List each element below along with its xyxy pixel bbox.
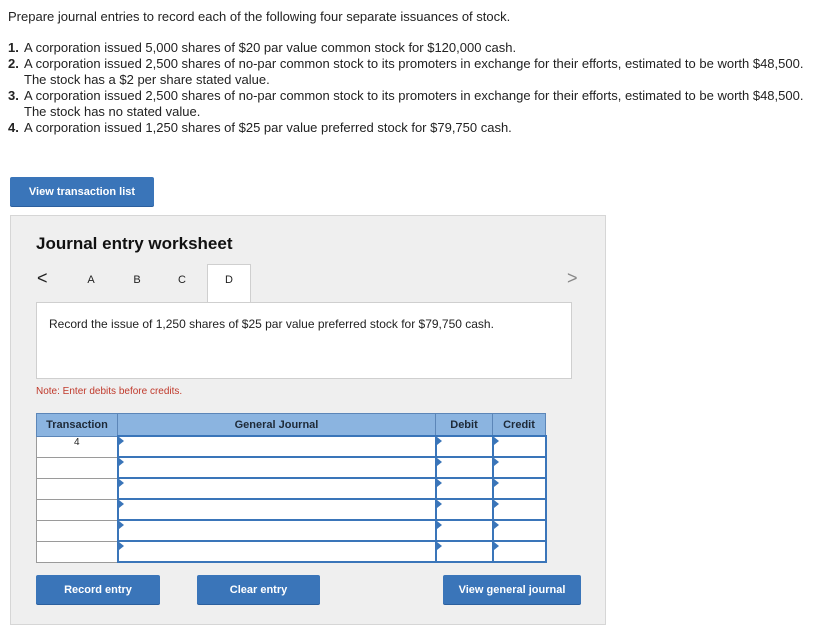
credit-input[interactable] <box>491 540 547 563</box>
transaction-number <box>36 540 118 563</box>
question-text: A corporation issued 5,000 shares of $20… <box>24 40 517 55</box>
table-row <box>36 519 547 542</box>
dropdown-marker-icon <box>118 458 124 466</box>
tab-b[interactable]: B <box>127 268 147 292</box>
tab-bar: < A B C D > <box>11 264 607 302</box>
question-number: 2. <box>8 56 19 71</box>
account-select[interactable] <box>116 477 437 500</box>
col-transaction: Transaction <box>36 413 118 437</box>
dropdown-marker-icon <box>118 500 124 508</box>
transaction-number <box>36 477 118 500</box>
table-row: 4 <box>36 435 547 458</box>
credit-input[interactable] <box>491 456 547 479</box>
input-marker-icon <box>436 458 442 466</box>
table-row <box>36 540 547 563</box>
account-select[interactable] <box>116 498 437 521</box>
input-marker-icon <box>436 437 442 445</box>
input-marker-icon <box>493 458 499 466</box>
input-marker-icon <box>436 500 442 508</box>
record-entry-button[interactable]: Record entry <box>36 575 160 604</box>
dropdown-marker-icon <box>118 542 124 550</box>
worksheet-title: Journal entry worksheet <box>36 234 233 253</box>
account-select[interactable] <box>116 456 437 479</box>
question-number: 1. <box>8 40 19 55</box>
debit-input[interactable] <box>434 498 494 521</box>
question-item: 3. A corporation issued 2,500 shares of n… <box>8 88 826 120</box>
question-item: 1. A corporation issued 5,000 shares of $… <box>8 40 826 56</box>
input-marker-icon <box>493 521 499 529</box>
view-general-journal-button[interactable]: View general journal <box>443 575 581 604</box>
view-transaction-list-button[interactable]: View transaction list <box>10 177 154 206</box>
dropdown-marker-icon <box>118 479 124 487</box>
transaction-number <box>36 519 118 542</box>
tab-d[interactable]: D <box>207 264 251 302</box>
table-row <box>36 498 547 521</box>
credit-input[interactable] <box>491 519 547 542</box>
debit-input[interactable] <box>434 540 494 563</box>
transaction-description: Record the issue of 1,250 shares of $25 … <box>36 302 572 379</box>
credit-input[interactable] <box>491 477 547 500</box>
account-select[interactable] <box>116 540 437 563</box>
dropdown-marker-icon <box>118 437 124 445</box>
col-debit: Debit <box>435 413 493 437</box>
table-row <box>36 477 547 500</box>
instructions: Prepare journal entries to record each o… <box>8 9 511 24</box>
clear-entry-button[interactable]: Clear entry <box>197 575 320 604</box>
input-marker-icon <box>436 542 442 550</box>
previous-arrow-icon[interactable]: < <box>37 268 48 289</box>
input-marker-icon <box>493 479 499 487</box>
question-item: 4. A corporation issued 1,250 shares of $… <box>8 120 826 136</box>
credit-input[interactable] <box>491 435 547 458</box>
question-number: 4. <box>8 120 19 135</box>
debit-input[interactable] <box>434 435 494 458</box>
question-text: A corporation issued 2,500 shares of no-… <box>24 56 804 87</box>
tab-c[interactable]: C <box>172 268 192 292</box>
question-item: 2. A corporation issued 2,500 shares of n… <box>8 56 826 88</box>
journal-table: Transaction General Journal Debit Credit… <box>36 413 547 563</box>
credit-input[interactable] <box>491 498 547 521</box>
question-number: 3. <box>8 88 19 103</box>
col-credit: Credit <box>492 413 546 437</box>
question-text: A corporation issued 1,250 shares of $25… <box>24 120 512 135</box>
journal-entry-worksheet: Journal entry worksheet < A B C D > Reco… <box>10 215 606 625</box>
transaction-number <box>36 456 118 479</box>
account-select[interactable] <box>116 519 437 542</box>
entry-note: Note: Enter debits before credits. <box>36 386 183 397</box>
transaction-number <box>36 498 118 521</box>
debit-input[interactable] <box>434 456 494 479</box>
debit-input[interactable] <box>434 477 494 500</box>
col-general-journal: General Journal <box>117 413 436 437</box>
next-arrow-icon[interactable]: > <box>567 268 578 289</box>
dropdown-marker-icon <box>118 521 124 529</box>
input-marker-icon <box>436 479 442 487</box>
account-select[interactable] <box>116 435 437 458</box>
input-marker-icon <box>493 437 499 445</box>
tab-a[interactable]: A <box>81 268 101 292</box>
input-marker-icon <box>436 521 442 529</box>
question-list: 1. A corporation issued 5,000 shares of $… <box>8 40 826 136</box>
table-row <box>36 456 547 479</box>
input-marker-icon <box>493 500 499 508</box>
debit-input[interactable] <box>434 519 494 542</box>
input-marker-icon <box>493 542 499 550</box>
question-text: A corporation issued 2,500 shares of no-… <box>24 88 804 119</box>
transaction-number: 4 <box>36 435 118 458</box>
